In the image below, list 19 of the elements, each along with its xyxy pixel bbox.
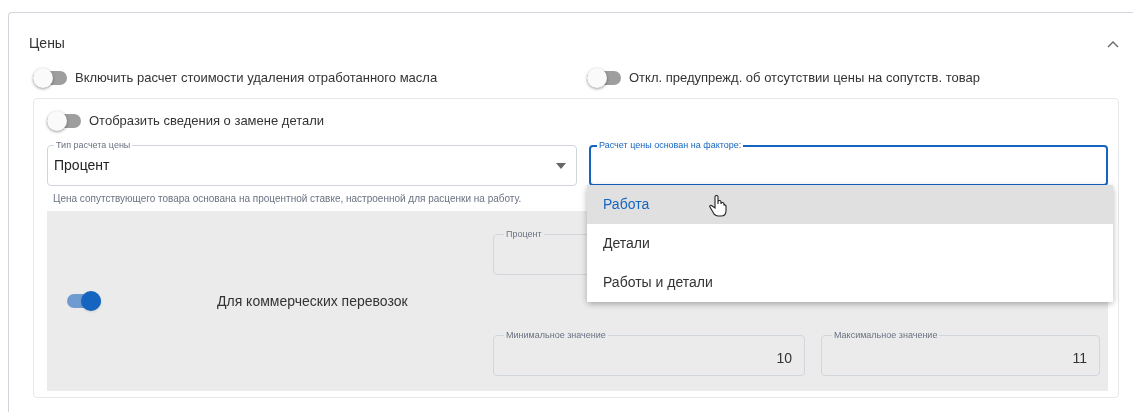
chevron-icon[interactable] [1107,39,1119,48]
number-field[interactable]: Минимальное значение 10 [493,329,805,376]
menu-item[interactable]: Детали [587,224,1113,263]
menu-item[interactable]: Работы и детали [587,263,1113,302]
helper-text: Цена сопутствующего товара основана на процентной ставке, настроенной для расценки на работу. [53,192,522,206]
menu-item[interactable]: Работа [587,185,1113,224]
toggle-switch[interactable] [33,68,67,88]
number-field[interactable]: Максимальное значение 11 [821,329,1100,376]
toggle-label: Включить расчет стоимости удаления отработанного масла [75,69,438,88]
toggle-label: Откл. предупрежд. об отсутствии цены на сопутств. товар [629,69,980,88]
toggle-switch[interactable] [67,291,101,311]
toggle-label: Для коммерческих перевозок [217,291,408,311]
toggle-switch[interactable] [47,111,81,131]
section-title: Цены [29,34,65,53]
dropdown-arrow-icon[interactable] [556,162,566,169]
price-type-select[interactable]: Тип расчета цены Процент [47,139,577,186]
hand-cursor-icon [709,195,727,217]
toggle-label: Отобразить сведения о замене детали [89,112,325,131]
toggle-switch[interactable] [587,68,621,88]
